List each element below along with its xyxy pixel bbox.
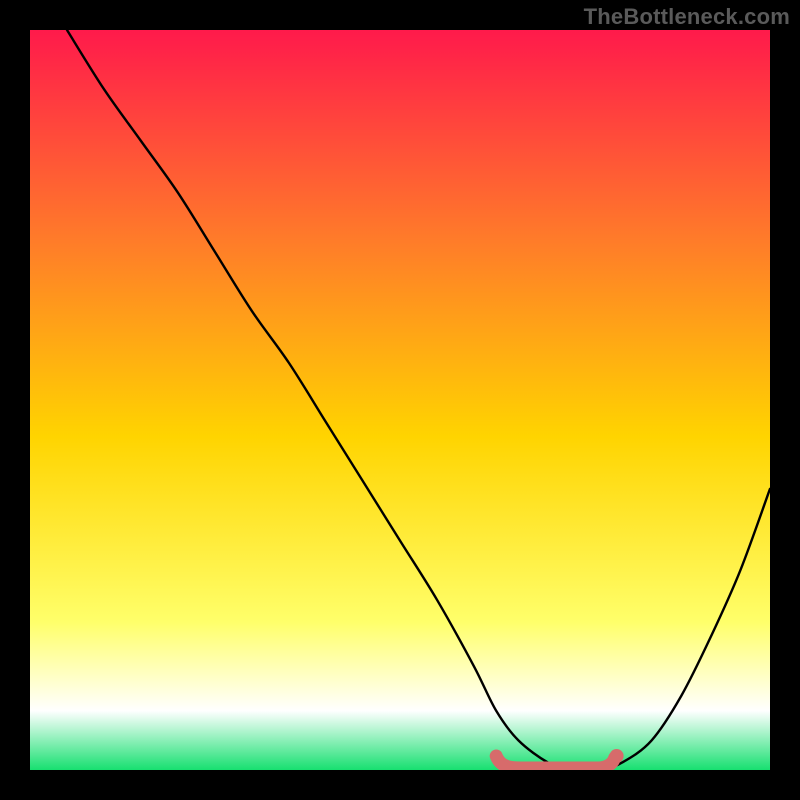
target-zone-dot xyxy=(610,749,624,763)
watermark-text: TheBottleneck.com xyxy=(584,4,790,30)
chart-frame: TheBottleneck.com xyxy=(0,0,800,800)
plot-svg xyxy=(30,30,770,770)
bottleneck-plot xyxy=(30,30,770,770)
